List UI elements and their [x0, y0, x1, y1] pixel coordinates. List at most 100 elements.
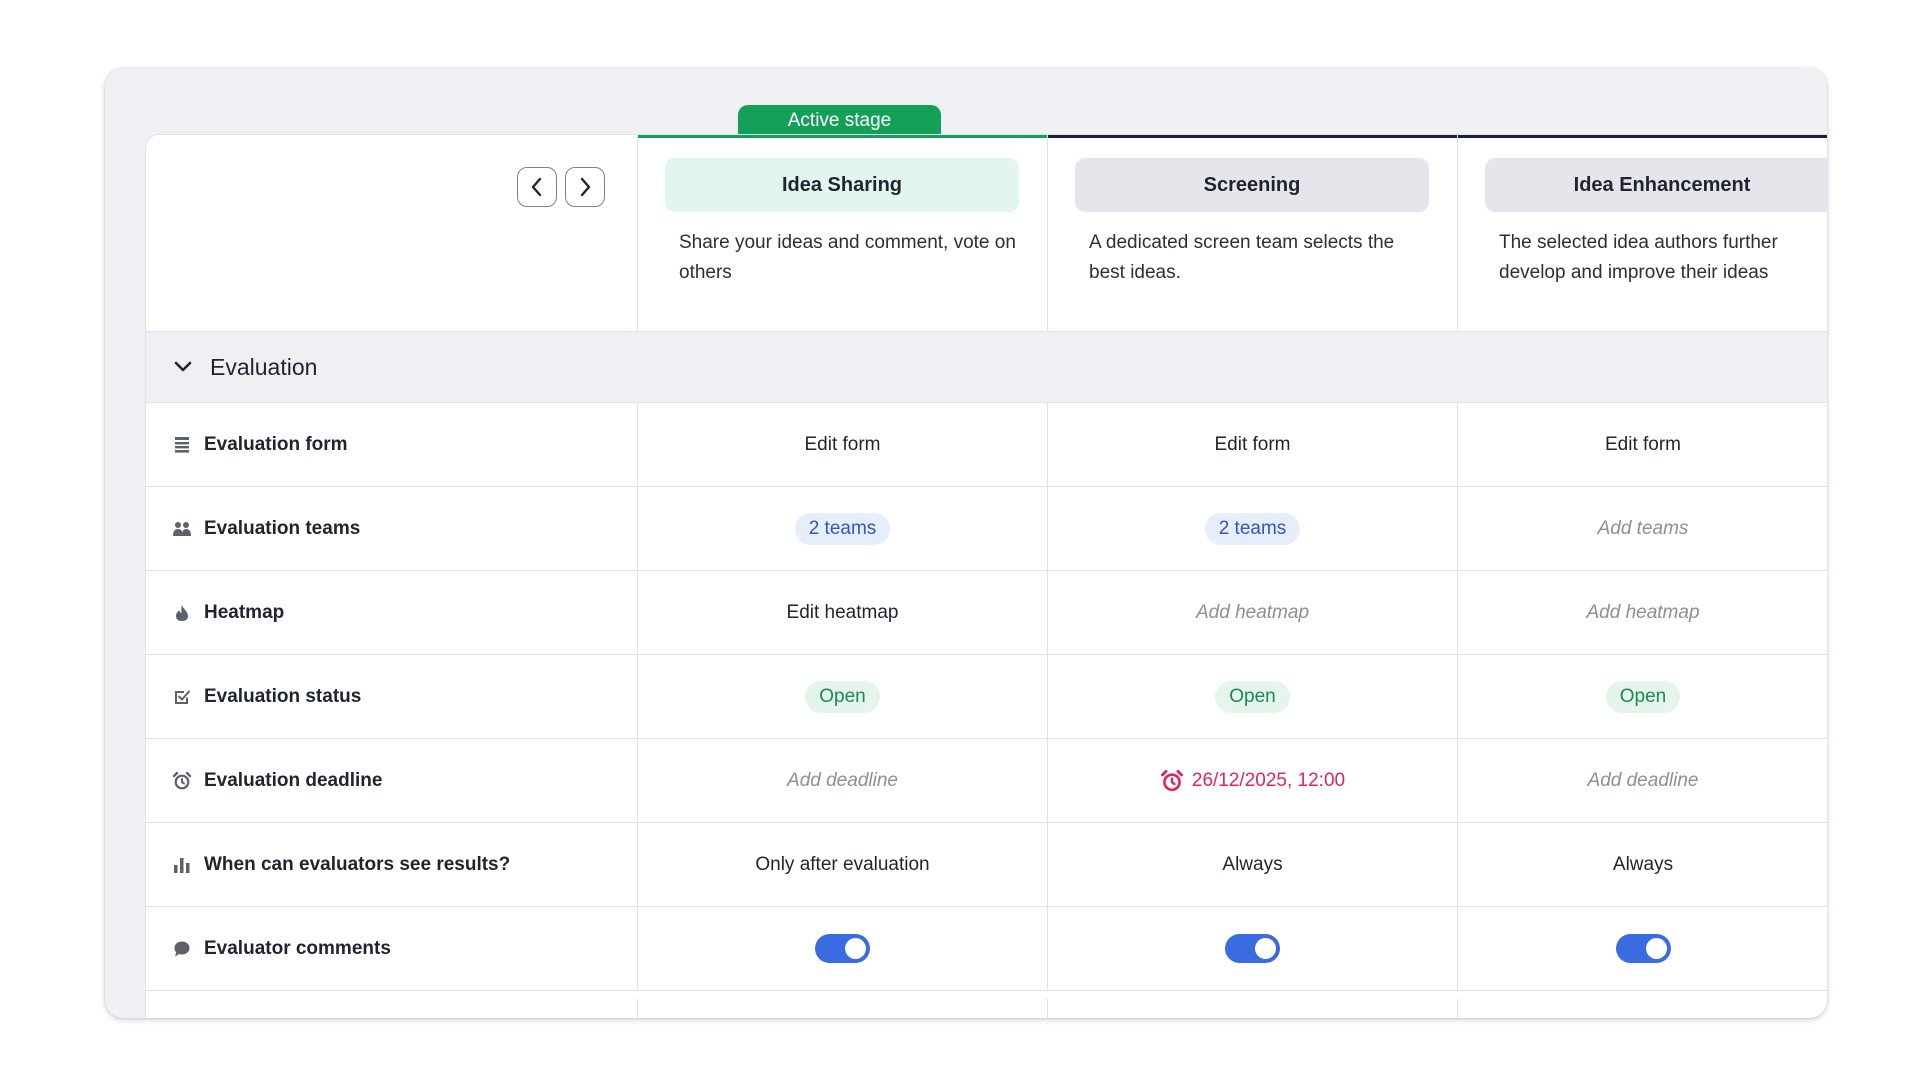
- table-cell: Add heatmap: [1047, 571, 1457, 654]
- table-row: When can evaluators see results? Only aft…: [146, 823, 1827, 907]
- chevron-right-icon: [580, 177, 591, 197]
- table-row: Evaluation status Open Open Open: [146, 655, 1827, 739]
- table-cell: Always: [1047, 823, 1457, 906]
- table-cell: [1457, 999, 1827, 1018]
- cell-action-link[interactable]: Only after evaluation: [755, 854, 929, 876]
- section-title: Evaluation: [210, 353, 318, 380]
- row-label: Evaluation form: [204, 433, 348, 455]
- cell-action-link[interactable]: Edit form: [804, 434, 880, 456]
- bar-chart-icon: [172, 855, 192, 875]
- cell-placeholder-link[interactable]: Add heatmap: [1196, 602, 1309, 624]
- table-row-partial: [146, 999, 1827, 1018]
- stage-table: Idea Sharing Share your ideas and commen…: [145, 134, 1827, 1018]
- stage-description: The selected idea authors further develo…: [1499, 232, 1778, 283]
- row-label: Evaluation status: [204, 685, 362, 707]
- cell-placeholder-link[interactable]: Add heatmap: [1586, 602, 1699, 624]
- cell-action-link[interactable]: Always: [1222, 854, 1282, 876]
- deadline-value[interactable]: 26/12/2025, 12:00: [1160, 769, 1345, 793]
- row-label: Evaluation deadline: [204, 769, 383, 791]
- cell-placeholder-link[interactable]: Add teams: [1598, 518, 1689, 540]
- table-cell: Add deadline: [1457, 739, 1827, 822]
- status-badge[interactable]: Open: [805, 680, 880, 713]
- stage-top-line: [1458, 135, 1827, 138]
- evaluator-comments-toggle[interactable]: [1225, 934, 1280, 963]
- toggle-knob: [1645, 938, 1667, 959]
- stage-description: Share your ideas and comment, vote on ot…: [679, 232, 1016, 283]
- chevron-down-icon[interactable]: [172, 356, 194, 378]
- row-label: Evaluator comments: [204, 937, 391, 959]
- teams-badge[interactable]: 2 teams: [794, 512, 891, 545]
- table-cell: Edit form: [1047, 403, 1457, 486]
- row-label-cell: Evaluation status: [146, 655, 637, 738]
- table-cell: [1047, 907, 1457, 990]
- table-row: Evaluation teams 2 teams 2 teams Add teams: [146, 487, 1827, 571]
- table-cell: 26/12/2025, 12:00: [1047, 739, 1457, 822]
- table-cell: Open: [1047, 655, 1457, 738]
- table-cell: Add deadline: [637, 739, 1047, 822]
- table-row: Evaluation form Edit form Edit form Edit fo…: [146, 403, 1827, 487]
- stage-top-line: [638, 135, 1047, 138]
- row-label-cell: Evaluation deadline: [146, 739, 637, 822]
- table-row: Heatmap Edit heatmap Add heatmap Add heatma…: [146, 571, 1827, 655]
- row-label: Evaluation teams: [204, 517, 361, 539]
- table-cell: Edit form: [637, 403, 1047, 486]
- cell-placeholder-link[interactable]: Add deadline: [1588, 770, 1699, 792]
- alarm-icon: [172, 771, 192, 791]
- stage-name-pill[interactable]: Idea Sharing: [665, 158, 1019, 212]
- cell-action-link[interactable]: Edit form: [1605, 434, 1681, 456]
- stage-column-screening: Screening A dedicated screen team select…: [1047, 135, 1457, 332]
- table-cell: Edit form: [1457, 403, 1827, 486]
- status-badge[interactable]: Open: [1605, 680, 1681, 713]
- alarm-icon: [1160, 769, 1184, 793]
- stage-description: A dedicated screen team selects the best…: [1089, 232, 1395, 283]
- previous-stage-button[interactable]: [517, 167, 557, 207]
- cell-action-link[interactable]: Edit form: [1214, 434, 1290, 456]
- cell-action-link[interactable]: Edit heatmap: [787, 602, 899, 624]
- table-cell: [637, 999, 1047, 1018]
- cell-placeholder-link[interactable]: Add deadline: [787, 770, 898, 792]
- table-cell: [637, 907, 1047, 990]
- table-cell: Always: [1457, 823, 1827, 906]
- row-label-cell: When can evaluators see results?: [146, 823, 637, 906]
- stage-navigation: [517, 167, 605, 207]
- table-cell: Only after evaluation: [637, 823, 1047, 906]
- table-cell: Add heatmap: [1457, 571, 1827, 654]
- row-label-cell: Evaluator comments: [146, 907, 637, 990]
- table-cell: 2 teams: [1047, 487, 1457, 570]
- section-header-evaluation[interactable]: Evaluation: [146, 332, 1827, 403]
- stage-table-frame: Active stage Idea Sharing Share your ide…: [105, 68, 1827, 1018]
- teams-badge[interactable]: 2 teams: [1204, 512, 1301, 545]
- evaluator-comments-toggle[interactable]: [1615, 934, 1671, 963]
- status-badge[interactable]: Open: [1215, 680, 1290, 713]
- stage-header-row: Idea Sharing Share your ideas and commen…: [146, 135, 1827, 332]
- stage-column-idea-sharing: Idea Sharing Share your ideas and commen…: [637, 135, 1047, 332]
- active-stage-tag: Active stage: [738, 105, 941, 137]
- table-cell: Edit heatmap: [637, 571, 1047, 654]
- table-cell: [1047, 999, 1457, 1018]
- stage-top-line: [1048, 135, 1457, 138]
- form-icon: [172, 435, 192, 455]
- table-cell: Open: [1457, 655, 1827, 738]
- team-icon: [172, 519, 192, 539]
- cell-action-link[interactable]: Always: [1613, 854, 1673, 876]
- row-label: Heatmap: [204, 601, 285, 623]
- table-cell: [1457, 907, 1827, 990]
- evaluator-comments-toggle[interactable]: [815, 934, 870, 963]
- next-stage-button[interactable]: [565, 167, 605, 207]
- deadline-text: 26/12/2025, 12:00: [1191, 769, 1346, 791]
- row-label: When can evaluators see results?: [204, 853, 511, 875]
- toggle-knob: [1255, 938, 1276, 959]
- table-row: Evaluator comments: [146, 907, 1827, 991]
- table-row: Evaluation deadline Add deadline 26/12/202…: [146, 739, 1827, 823]
- row-label-cell: Heatmap: [146, 571, 637, 654]
- table-cell: 2 teams: [637, 487, 1047, 570]
- table-cell: Add teams: [1457, 487, 1827, 570]
- stage-name-pill[interactable]: Screening: [1075, 158, 1429, 212]
- row-label-cell: Evaluation teams: [146, 487, 637, 570]
- stage-column-idea-enhancement: Idea Enhancement The selected idea autho…: [1457, 135, 1827, 332]
- checkbox-icon: [172, 687, 192, 707]
- comment-icon: [172, 939, 192, 959]
- flame-icon: [172, 603, 192, 623]
- stage-name-pill[interactable]: Idea Enhancement: [1485, 158, 1827, 212]
- table-cell: Open: [637, 655, 1047, 738]
